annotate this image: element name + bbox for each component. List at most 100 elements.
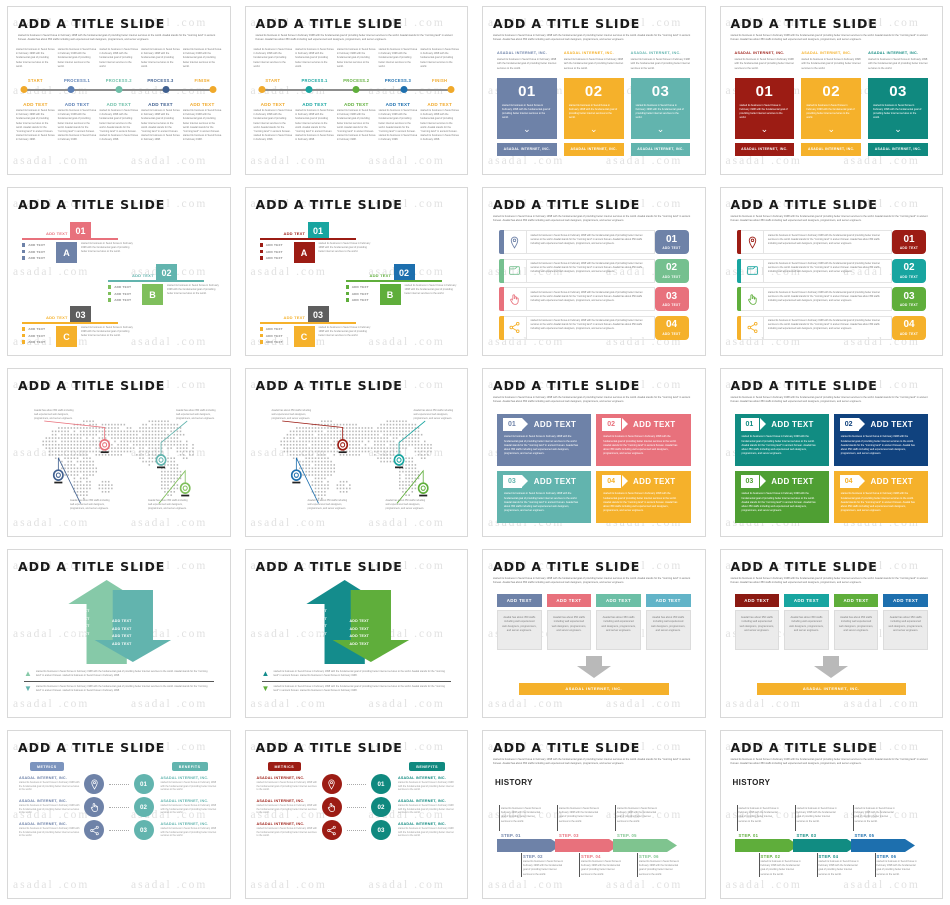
banner-card[interactable]: 01 ADD TEXT started its business in Seou… [735, 414, 829, 466]
history-chevron[interactable] [793, 839, 857, 852]
banner-card[interactable]: 02 ADD TEXT started its business in Seou… [596, 414, 690, 466]
column-card[interactable]: ADD TEXT Asadal has about 350 staffs inc… [646, 594, 691, 650]
metrics-chip[interactable]: METRICS [268, 762, 302, 771]
metric-row[interactable]: ASADAL INTERNET, INC. started its busine… [19, 797, 219, 817]
slide-1[interactable]: asadal .com asadal .com asadal .com asadal… [7, 6, 231, 175]
slide-thumbnail[interactable]: asadal .comasadal .com asadal .comasadal… [475, 724, 713, 905]
abc-group[interactable]: 01 ADD TEXT A ADD TEXT ADD TEXT ADD TEXT s… [260, 222, 370, 262]
banner-card[interactable]: 03 ADD TEXT started its business in Seou… [735, 471, 829, 523]
metric-number[interactable]: 01 [134, 774, 154, 794]
slide-thumbnail[interactable]: asadal .comasadal .com asadal .comasadal… [238, 362, 476, 543]
slide-9[interactable]: asadal .com asadal .com asadal .com asadal… [7, 368, 231, 537]
metric-number[interactable]: 03 [371, 820, 391, 840]
timeline-node[interactable] [68, 86, 75, 93]
timeline-node[interactable] [115, 86, 122, 93]
timeline-step[interactable]: started its business in Seoul Korea in F… [58, 48, 97, 85]
icon-text-row[interactable]: started its business in Seoul Korea in F… [737, 259, 927, 283]
timeline-node[interactable] [400, 86, 407, 93]
history-chevron[interactable] [555, 839, 619, 852]
number-card[interactable]: ASADAL INTERNET, INC. started its busine… [497, 51, 557, 156]
slide-18[interactable]: asadal .com asadal .com asadal .com asadal… [245, 730, 469, 899]
history-chevron[interactable] [735, 839, 799, 852]
pointing-hand-icon[interactable] [322, 797, 342, 817]
slide-thumbnail[interactable]: asadal .comasadal .com asadal .comasadal… [713, 362, 950, 543]
banner-card[interactable]: 01 ADD TEXT started its business in Seou… [497, 414, 591, 466]
timeline-node[interactable] [210, 86, 217, 93]
card-footer[interactable]: ASADAL INTERNET, INC. [868, 143, 928, 156]
icon-text-row[interactable]: started its business in Seoul Korea in F… [499, 287, 689, 311]
column-card[interactable]: ADD TEXT Asadal has about 350 staffs inc… [497, 594, 542, 650]
timeline-step-detail[interactable]: ADD TEXT started its business in Seoul K… [379, 100, 418, 141]
slide-10[interactable]: asadal .com asadal .com asadal .com asadal… [245, 368, 469, 537]
metric-row[interactable]: ASADAL INTERNET, INC. started its busine… [19, 774, 219, 794]
slide-thumbnail[interactable]: asadal .comasadal .com asadal .comasadal… [475, 181, 713, 362]
card-footer[interactable]: ASADAL INTERNET, INC. [631, 143, 691, 156]
row-number-tag[interactable]: 01 ADD TEXT [892, 230, 926, 254]
slide-thumbnail[interactable]: asadal .comasadal .com asadal .comasadal… [475, 362, 713, 543]
slide-thumbnail[interactable]: asadal .comasadal .com asadal .comasadal… [238, 181, 476, 362]
slide-3[interactable]: asadal .comasadal .com asadal .comasadal… [482, 6, 706, 175]
icon-text-row[interactable]: started its business in Seoul Korea in F… [737, 287, 927, 311]
timeline-node[interactable] [163, 86, 170, 93]
location-pin-icon[interactable] [84, 774, 104, 794]
row-number-tag[interactable]: 01 ADD TEXT [655, 230, 689, 254]
timeline-node[interactable] [447, 86, 454, 93]
timeline-step-detail[interactable]: ADD TEXT started its business in Seoul K… [141, 100, 180, 141]
timeline-step[interactable]: started its business in Seoul Korea in F… [141, 48, 180, 85]
card-footer[interactable]: ASADAL INTERNET, INC. [564, 143, 624, 156]
benefits-chip[interactable]: BENEFITS [409, 762, 445, 771]
card-body[interactable]: 01 started its business in Seoul Korea i… [497, 78, 557, 139]
timeline-step[interactable]: started its business in Seoul Korea in F… [183, 48, 222, 85]
number-card[interactable]: ASADAL INTERNET, INC. started its busine… [564, 51, 624, 156]
column-card[interactable]: ADD TEXT Asadal has about 350 staffs inc… [596, 594, 641, 650]
slide-thumbnail[interactable]: asadal .comasadal .com asadal .comasadal… [713, 543, 950, 724]
slide-thumbnail[interactable]: asadal .comasadal .com asadal .comasadal… [238, 724, 476, 905]
metric-number[interactable]: 02 [134, 797, 154, 817]
cta-banner[interactable]: ASADAL INTERNET, INC. [757, 683, 907, 695]
metric-number[interactable]: 02 [371, 797, 391, 817]
icon-text-row[interactable]: started its business in Seoul Korea in F… [737, 316, 927, 340]
timeline-step[interactable]: started its business in Seoul Korea in F… [337, 48, 376, 85]
timeline-node[interactable] [21, 86, 28, 93]
cta-banner[interactable]: ASADAL INTERNET, INC. [519, 683, 669, 695]
slide-thumbnail[interactable]: asadal .comasadal .com asadal .comasadal… [713, 0, 950, 181]
benefits-chip[interactable]: BENEFITS [172, 762, 208, 771]
metric-row[interactable]: ASADAL INTERNET, INC. started its busine… [257, 797, 457, 817]
timeline-step-detail[interactable]: ADD TEXT started its business in Seoul K… [99, 100, 138, 141]
column-card[interactable]: ADD TEXT Asadal has about 350 staffs inc… [784, 594, 829, 650]
card-footer[interactable]: ASADAL INTERNET, INC. [801, 143, 861, 156]
column-card[interactable]: ADD TEXT Asadal has about 350 staffs inc… [834, 594, 879, 650]
banner-card[interactable]: 04 ADD TEXT started its business in Seou… [596, 471, 690, 523]
timeline-step-detail[interactable]: ADD TEXT started its business in Seoul K… [295, 100, 334, 141]
world-map[interactable]: Asadal has about 350 staffs including we… [8, 395, 230, 525]
metric-row[interactable]: ASADAL INTERNET, INC. started its busine… [19, 820, 219, 840]
row-number-tag[interactable]: 03 ADD TEXT [655, 287, 689, 311]
timeline-step[interactable]: started its business in Seoul Korea in F… [420, 48, 459, 85]
card-footer[interactable]: ASADAL INTERNET, INC. [497, 143, 557, 156]
row-number-tag[interactable]: 04 ADD TEXT [655, 316, 689, 340]
card-body[interactable]: 02 started its business in Seoul Korea i… [564, 78, 624, 139]
history-chevron[interactable] [497, 839, 561, 852]
history-chevron[interactable] [613, 839, 677, 852]
metrics-chip[interactable]: METRICS [30, 762, 64, 771]
slide-14[interactable]: asadal .com asadal .com asadal .com asadal… [245, 549, 469, 718]
slide-thumbnail[interactable]: asadal .comasadal .com asadal .comasadal… [0, 362, 238, 543]
history-chevron[interactable] [851, 839, 915, 852]
abc-group[interactable]: 03 ADD TEXT C ADD TEXT ADD TEXT ADD TEXT s… [260, 306, 370, 346]
timeline-step-detail[interactable]: ADD TEXT started its business in Seoul K… [16, 100, 55, 141]
slide-thumbnail[interactable]: asadal .comasadal .com asadal .comasadal… [0, 543, 238, 724]
icon-text-row[interactable]: started its business in Seoul Korea in F… [499, 230, 689, 254]
pointing-hand-icon[interactable] [84, 797, 104, 817]
slide-thumbnail[interactable]: asadal .comasadal .com asadal .comasadal… [0, 724, 238, 905]
row-number-tag[interactable]: 02 ADD TEXT [655, 259, 689, 283]
card-body[interactable]: 01 started its business in Seoul Korea i… [735, 78, 795, 139]
metric-number[interactable]: 01 [371, 774, 391, 794]
card-body[interactable]: 02 started its business in Seoul Korea i… [801, 78, 861, 139]
banner-card[interactable]: 02 ADD TEXT started its business in Seou… [834, 414, 928, 466]
slide-4[interactable]: asadal .comasadal .com asadal .comasadal… [720, 6, 944, 175]
timeline-step[interactable]: started its business in Seoul Korea in F… [295, 48, 334, 85]
slide-20[interactable]: asadal .com asadal .com asadal .com asadal… [720, 730, 944, 899]
share-icon[interactable] [84, 820, 104, 840]
icon-text-row[interactable]: started its business in Seoul Korea in F… [499, 259, 689, 283]
slide-13[interactable]: asadal .com asadal .com asadal .com asadal… [7, 549, 231, 718]
